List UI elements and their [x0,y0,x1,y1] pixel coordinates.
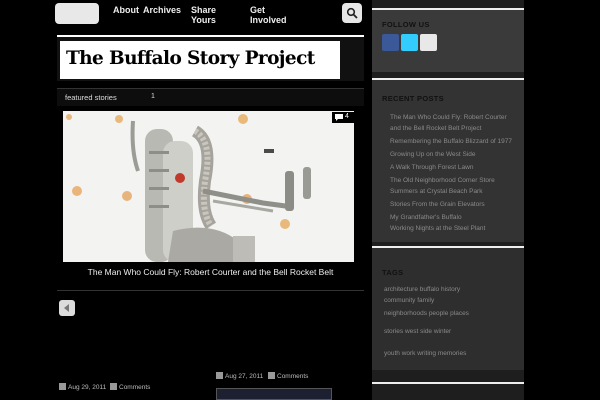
recent-post-link[interactable]: Stories From the Grain Elevators [390,201,485,208]
recent-post-link[interactable]: Growing Up on the West Side [390,151,476,158]
site-title-logo[interactable]: The Buffalo Story Project [60,41,340,79]
search-button[interactable] [342,3,362,23]
nav-item-share-yours[interactable]: Share Yours [191,5,221,25]
thumb-comments-link[interactable]: Comments [268,372,308,380]
site-header: The Buffalo Story Project [57,35,364,81]
recent-post-link[interactable]: and the Bell Rocket Belt Project [390,125,481,132]
post-comments-link[interactable]: Comments [110,383,150,391]
twitter-icon[interactable] [401,34,418,51]
comment-count: 4 [345,113,349,120]
recent-posts-title: RECENT POSTS [382,94,444,103]
post-thumbnail[interactable] [216,388,332,400]
featured-stories-bar: featured stories 1 [57,88,364,106]
comment-count-badge[interactable]: 4 [332,112,354,123]
tags-widget: TAGS architecture buffalo history commun… [372,248,524,370]
calendar-icon [216,372,223,379]
comment-bubble-icon [335,114,343,121]
email-icon[interactable] [420,34,437,51]
tags-widget-title: TAGS [382,268,404,277]
divider [57,290,364,291]
top-navigation: About Archives Share Yours Get Involved [55,3,365,29]
comment-icon [110,383,117,390]
nav-item-archives[interactable]: Archives [143,5,181,15]
follow-widget-title: FOLLOW US [382,20,430,29]
tag-link[interactable]: architecture buffalo history [384,286,460,293]
nav-home-button[interactable] [55,3,99,24]
recent-post-link[interactable]: The Old Neighborhood Corner Store [390,177,495,184]
tag-link[interactable]: youth work writing memories [384,350,466,357]
facebook-icon[interactable] [382,34,399,51]
featured-story-image[interactable] [63,111,354,262]
recent-post-link[interactable]: A Walk Through Forest Lawn [390,164,473,171]
nav-item-about[interactable]: About [113,5,139,15]
calendar-icon [59,383,66,390]
recent-post-link[interactable]: The Man Who Could Fly: Robert Courter [390,114,507,121]
rocket-belt-photo [63,111,354,262]
comment-icon [268,372,275,379]
thumb-post-date: Aug 27, 2011 [216,372,263,380]
follow-widget: FOLLOW US [372,10,524,72]
featured-story-caption[interactable]: The Man Who Could Fly: Robert Courter an… [57,267,364,277]
recent-posts-widget: RECENT POSTS The Man Who Could Fly: Robe… [372,80,524,242]
site-title[interactable]: The Buffalo Story Project [66,48,315,69]
tag-link[interactable]: neighborhoods people places [384,310,469,317]
recent-post-link[interactable]: Summers at Crystal Beach Park [390,188,482,195]
nav-item-get-involved[interactable]: Get Involved [250,5,287,25]
search-icon [346,7,358,19]
slider-prev-button[interactable] [59,300,75,316]
recent-post-link[interactable]: Working Nights at the Steel Plant [390,225,485,232]
featured-page-indicator[interactable]: 1 [151,93,155,100]
tag-link[interactable]: community family [384,297,434,304]
widget-divider [372,382,524,384]
post-date: Aug 29, 2011 [59,383,106,391]
featured-stories-label: featured stories [65,93,117,102]
tag-link[interactable]: stories west side winter [384,328,451,335]
recent-post-link[interactable]: Remembering the Buffalo Blizzard of 1977 [390,138,512,145]
recent-post-link[interactable]: My Grandfather's Buffalo [390,214,462,221]
